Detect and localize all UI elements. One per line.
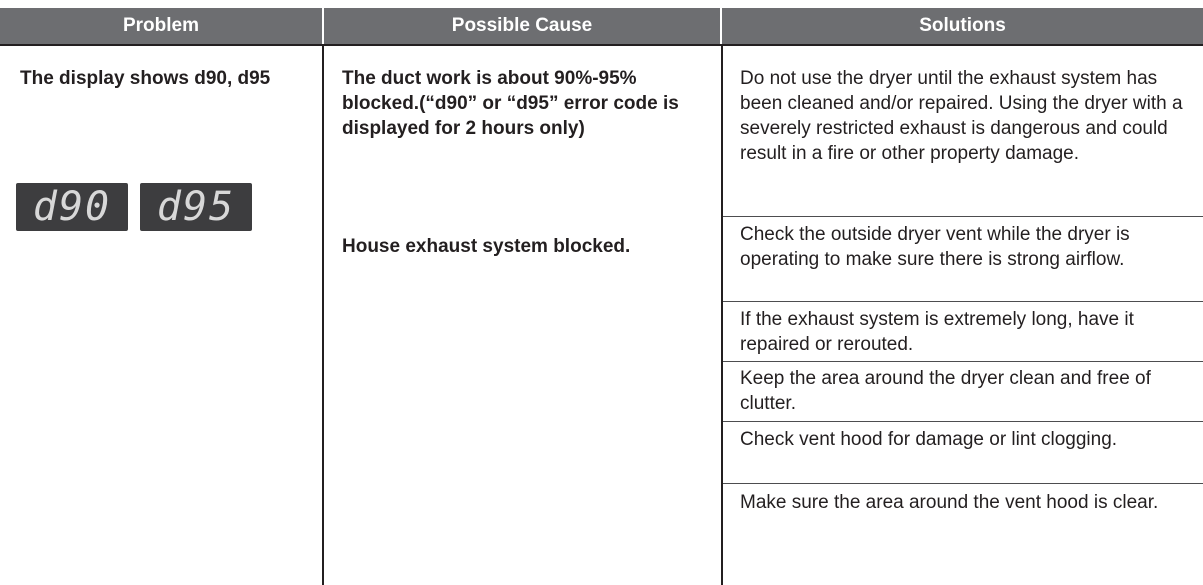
column-header-problem: Problem xyxy=(0,8,322,44)
troubleshooting-table: Problem Possible Cause Solutions The dis… xyxy=(0,0,1203,585)
row-divider xyxy=(723,483,1203,484)
solution-item: Keep the area around the dryer clean and… xyxy=(740,368,1151,414)
column-header-possible-cause: Possible Cause xyxy=(324,8,720,44)
header-rule xyxy=(0,44,1203,46)
row-divider xyxy=(723,421,1203,422)
cause-duct-blocked: The duct work is about 90%-95% blocked.(… xyxy=(342,68,679,139)
row-divider xyxy=(723,216,1203,217)
error-code-d90: d90 xyxy=(32,184,112,230)
column-divider xyxy=(322,44,324,585)
column-header-solutions: Solutions xyxy=(722,8,1203,44)
column-divider xyxy=(721,44,723,585)
solution-item: Make sure the area around the vent hood … xyxy=(740,492,1159,513)
solution-item: Check vent hood for damage or lint clogg… xyxy=(740,429,1118,450)
problem-text: The display shows d90, d95 xyxy=(20,68,271,89)
cause-house-exhaust-blocked: House exhaust system blocked. xyxy=(342,236,631,257)
solution-item: Do not use the dryer until the exhaust s… xyxy=(740,68,1183,164)
solution-item: If the exhaust system is extremely long,… xyxy=(740,309,1134,355)
error-code-d95: d95 xyxy=(156,184,236,230)
row-divider xyxy=(723,301,1203,302)
row-divider xyxy=(723,361,1203,362)
error-code-display-d90: d90 xyxy=(16,183,128,231)
error-code-display-d95: d95 xyxy=(140,183,252,231)
solution-item: Check the outside dryer vent while the d… xyxy=(740,224,1130,270)
